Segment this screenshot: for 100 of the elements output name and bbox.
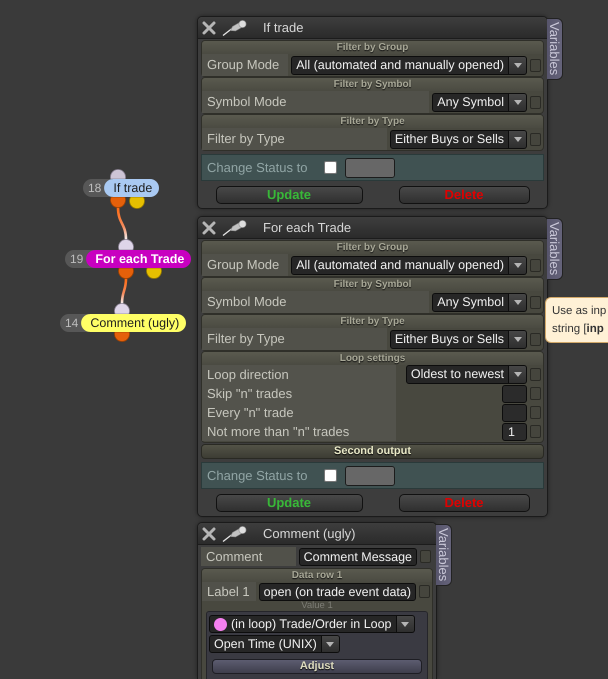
caret-icon [514, 372, 522, 377]
field-label: Filter by Type [202, 128, 387, 150]
number-input[interactable] [502, 404, 527, 422]
field-label: Every "n" trade [202, 403, 396, 422]
adjust-button[interactable]: Adjust [212, 659, 422, 674]
dropdown-button[interactable] [509, 130, 527, 148]
section-header: Filter by Group [202, 241, 543, 254]
dropdown-field[interactable]: Either Buys or Sells [390, 130, 509, 148]
section-header: Filter by Group [202, 41, 543, 54]
window-title: For each Trade [263, 220, 352, 236]
caret-icon [401, 622, 410, 626]
dropdown-button[interactable] [509, 330, 527, 348]
caret-icon [514, 300, 522, 304]
variables-tab[interactable]: Variables [547, 18, 563, 80]
dropdown-button[interactable] [509, 256, 527, 274]
checkbox[interactable] [530, 425, 541, 438]
status-color-field[interactable] [345, 158, 396, 178]
number-input[interactable] [502, 384, 527, 402]
dropdown-button[interactable] [509, 365, 527, 384]
dropdown-button[interactable] [322, 635, 340, 653]
node-number: 19 [65, 250, 86, 268]
dropdown-button[interactable] [396, 615, 415, 633]
update-button[interactable]: Update [216, 186, 362, 204]
output-port-icon[interactable] [114, 332, 130, 342]
field-label: Skip "n" trades [202, 384, 396, 403]
pushpin-icon[interactable] [222, 526, 247, 542]
section-header: Filter by Type [202, 115, 543, 128]
text-input[interactable]: open (on trade event data) [258, 582, 416, 600]
input-port-icon[interactable] [118, 239, 134, 250]
checkbox[interactable] [530, 96, 541, 108]
variables-tab[interactable]: Variables [547, 218, 563, 280]
dropdown-field[interactable]: All (automated and manually opened) [291, 256, 509, 274]
checkbox[interactable] [530, 258, 541, 272]
checkbox[interactable] [530, 58, 541, 72]
field-label: Group Mode [202, 254, 288, 276]
node-number: 14 [60, 314, 82, 332]
checkbox[interactable] [324, 469, 338, 482]
number-input[interactable]: 1 [502, 422, 527, 440]
checkbox[interactable] [420, 550, 431, 563]
dropdown-field[interactable]: Either Buys or Sells [390, 330, 509, 348]
caret-icon [514, 336, 522, 342]
second-output-port-icon[interactable] [129, 196, 145, 209]
dropdown-field[interactable]: Any Symbol [432, 92, 509, 112]
text-input[interactable]: Comment Message [298, 548, 417, 566]
dropdown-field[interactable]: All (automated and manually opened) [291, 56, 509, 74]
dropdown-button[interactable] [509, 56, 527, 74]
section-header: Filter by Symbol [202, 278, 543, 291]
status-color-field[interactable] [345, 466, 396, 486]
caret-icon [326, 642, 334, 646]
field-label: Comment [201, 547, 296, 566]
status-label: Change Status to [207, 160, 308, 176]
window-title: If trade [263, 20, 304, 36]
pushpin-icon[interactable] [222, 20, 247, 36]
field-label: Loop direction [202, 365, 396, 384]
variables-tab[interactable]: Variables [436, 524, 452, 586]
caret-icon [514, 62, 522, 68]
input-port-icon[interactable] [114, 303, 130, 314]
dropdown-field[interactable]: Any Symbol [432, 292, 509, 312]
section-header: Filter by Type [202, 315, 543, 328]
caret-icon [514, 136, 522, 142]
dropdown-field[interactable]: Oldest to newest [406, 365, 509, 384]
field-label: Symbol Mode [202, 91, 430, 113]
checkbox[interactable] [530, 368, 541, 381]
node-label[interactable]: For each Trade [86, 250, 192, 268]
checkbox[interactable] [530, 406, 541, 419]
checkbox[interactable] [530, 387, 541, 400]
dropdown-field[interactable]: Open Time (UNIX) [209, 635, 322, 653]
status-label: Change Status to [207, 468, 308, 484]
node-number: 18 [83, 179, 104, 197]
close-icon[interactable] [202, 20, 216, 34]
field-label: Group Mode [202, 54, 288, 76]
dropdown-button[interactable] [509, 92, 527, 112]
pushpin-icon[interactable] [222, 220, 247, 236]
checkbox[interactable] [324, 161, 338, 174]
caret-icon [514, 100, 522, 104]
tooltip-text: string [inp [552, 322, 605, 337]
section-header: Second output [201, 444, 544, 459]
dropdown-field[interactable]: (in loop) Trade/Order in Loop [209, 615, 397, 633]
checkbox[interactable] [530, 296, 541, 308]
section-header: Data row 1 [202, 569, 432, 582]
close-icon[interactable] [202, 220, 216, 234]
field-label: Label 1 [202, 582, 256, 601]
field-label: Filter by Type [202, 328, 387, 350]
checkbox[interactable] [530, 132, 541, 146]
node-label[interactable]: Comment (ugly) [81, 314, 186, 332]
window-title: Comment (ugly) [263, 526, 356, 542]
dropdown-button[interactable] [509, 292, 527, 312]
caret-icon [514, 262, 522, 268]
input-port-icon[interactable] [110, 169, 126, 180]
second-output-port-icon[interactable] [146, 268, 162, 279]
section-header: Loop settings [202, 352, 543, 365]
node-label[interactable]: If trade [104, 179, 160, 197]
section-header: Filter by Symbol [202, 78, 543, 91]
close-icon[interactable] [202, 526, 216, 540]
output-port-icon[interactable] [110, 196, 126, 208]
checkbox[interactable] [419, 585, 430, 598]
tooltip-text: Use as inp [552, 304, 608, 319]
checkbox[interactable] [530, 332, 541, 346]
update-button[interactable]: Update [216, 494, 362, 512]
field-label: Symbol Mode [202, 291, 430, 313]
